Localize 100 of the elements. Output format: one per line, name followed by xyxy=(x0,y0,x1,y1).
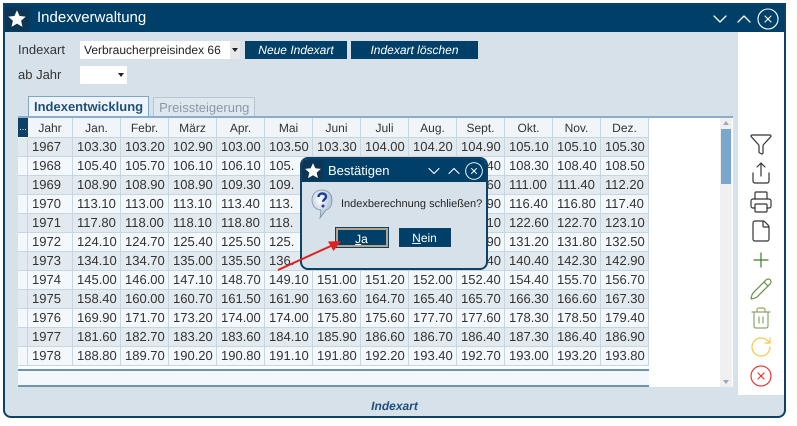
window-title: Indexverwaltung xyxy=(37,8,146,28)
table-cell-text: 106.10 xyxy=(173,157,213,176)
table-cell-text: 147.10 xyxy=(173,271,213,290)
field-label: Indexart xyxy=(18,41,66,60)
action-button[interactable]: Indexart löschen xyxy=(351,41,478,59)
table-cell-text: 108.30 xyxy=(509,157,549,176)
table-cell-text: 135.50 xyxy=(221,252,261,270)
table-cell-text: 104.00 xyxy=(365,138,405,156)
table-cell-text: 117.80 xyxy=(77,214,116,232)
table-cell-text: 118. xyxy=(269,214,294,232)
table-cell-text: 104.20 xyxy=(413,138,453,156)
close-icon[interactable] xyxy=(464,160,484,180)
table-cell-text: 111.40 xyxy=(557,176,595,194)
table-cell-text: 10 xyxy=(486,214,501,232)
table-cell-text: 109. xyxy=(269,176,294,194)
scrollbar-thumb[interactable] xyxy=(721,129,731,184)
column-header: Nov. xyxy=(564,120,588,136)
table-cell-text: 1971 xyxy=(32,214,61,232)
tab[interactable]: Indexentwicklung xyxy=(28,96,150,116)
scrollbar[interactable] xyxy=(720,118,732,387)
table-cell-text: 166.60 xyxy=(557,290,597,308)
field-label: ab Jahr xyxy=(18,66,62,84)
table-cell-text: 109.30 xyxy=(221,176,261,194)
table-cell-text: 103.30 xyxy=(317,138,357,156)
table-cell-text: 163.60 xyxy=(317,290,357,308)
table-cell-text: 167.30 xyxy=(605,290,645,308)
printer-icon[interactable] xyxy=(749,190,773,214)
table-cell-text: 164.70 xyxy=(365,290,405,308)
trash-icon[interactable] xyxy=(749,306,773,330)
table-cell-text: 103.50 xyxy=(269,138,309,156)
close-icon[interactable] xyxy=(756,6,780,30)
table-cell-text: 173.20 xyxy=(173,309,213,328)
table-cell-text: 124.70 xyxy=(125,233,165,252)
table-cell-text: 142.30 xyxy=(557,252,597,270)
table-cell-text: 1974 xyxy=(32,271,61,290)
dialog-button[interactable]: Ja xyxy=(336,228,388,247)
table-cell-text: 1975 xyxy=(32,290,61,308)
table-cell-text: 183.60 xyxy=(221,328,261,346)
table-cell-text: 158.40 xyxy=(77,290,117,308)
table-cell-text: 40 xyxy=(486,157,501,176)
table-cell-text: 171.70 xyxy=(125,309,165,328)
table-cell-text: 177.70 xyxy=(413,309,453,328)
table-cell-text: 174.00 xyxy=(269,309,309,328)
table-cell-text: 186.90 xyxy=(605,328,645,346)
table-cell-text: 103.20 xyxy=(125,138,165,156)
table-cell-text: 108.90 xyxy=(125,176,165,194)
table-cell-text: 103.30 xyxy=(77,138,117,156)
table-cell-text: 193.00 xyxy=(509,347,549,366)
table-cell-text: 1967 xyxy=(32,138,61,156)
table-cell-text: 122.60 xyxy=(509,214,549,232)
dialog-button[interactable]: Nein xyxy=(398,228,450,247)
indexart-dropdown[interactable]: Verbraucherpreisindex 66 xyxy=(80,41,240,59)
table-cell-text: 136. xyxy=(269,252,294,270)
table-cell-text: 1973 xyxy=(32,252,61,270)
column-header: Juni xyxy=(325,120,348,136)
table-cell-text: 118.10 xyxy=(173,214,212,232)
column-header: Okt. xyxy=(517,120,540,136)
table-cell-text: 190.20 xyxy=(173,347,213,366)
filter-icon[interactable] xyxy=(749,132,773,156)
action-button[interactable]: Neue Indexart xyxy=(245,41,347,59)
table-cell-text: 186.40 xyxy=(461,328,501,346)
table-cell-text: 108.50 xyxy=(605,157,645,176)
column-header: Dez. xyxy=(612,120,637,136)
table-cell-text: 193.40 xyxy=(413,347,453,366)
table-cell-text: 151.00 xyxy=(317,271,357,290)
dropdown-arrow-icon xyxy=(118,73,124,77)
pencil-icon[interactable] xyxy=(749,277,773,301)
table-cell-text: 165.70 xyxy=(461,290,501,308)
table-cell-text: 1976 xyxy=(32,309,61,328)
column-header: Jahr xyxy=(38,120,62,136)
star-icon xyxy=(304,162,322,180)
table-cell-text: 113. xyxy=(269,195,294,214)
table-cell-text: 145.00 xyxy=(77,271,117,290)
table-cell-text: 131.20 xyxy=(509,233,549,252)
table-cell-text: 124.10 xyxy=(77,233,117,252)
question-icon xyxy=(311,189,333,219)
table-cell-text: 177.60 xyxy=(461,309,501,328)
table-cell-text: 105.30 xyxy=(605,138,645,156)
table-cell-text: 152.00 xyxy=(413,271,453,290)
cancel-icon[interactable] xyxy=(749,364,773,388)
table-cell-text: 131.80 xyxy=(557,233,597,252)
column-header: Jan. xyxy=(85,120,108,136)
table-cell-text: 186.70 xyxy=(413,328,453,346)
table-cell-text: 192.20 xyxy=(365,347,405,366)
table-cell-text: 184.10 xyxy=(269,328,309,346)
table-cell-text: 148.70 xyxy=(221,271,261,290)
table-cell-text: 113.40 xyxy=(221,195,260,214)
table-cell-text: 175.80 xyxy=(317,309,357,328)
table-cell-text: 104.90 xyxy=(461,138,501,156)
table-cell-text: 117.40 xyxy=(605,195,644,214)
table-cell-text: 113.10 xyxy=(173,195,212,214)
table-cell-text: 161.50 xyxy=(221,290,261,308)
table-cell-text: 187.30 xyxy=(509,328,549,346)
table-cell-text: 185.90 xyxy=(317,328,357,346)
table-cell-text: 142.90 xyxy=(605,252,645,270)
table-cell-text: 186.60 xyxy=(365,328,405,346)
column-chooser-button[interactable]: ... xyxy=(18,118,28,137)
table-cell-text: 191.10 xyxy=(269,347,309,366)
table-cell-text: 113.00 xyxy=(125,195,164,214)
star-icon xyxy=(7,8,27,28)
